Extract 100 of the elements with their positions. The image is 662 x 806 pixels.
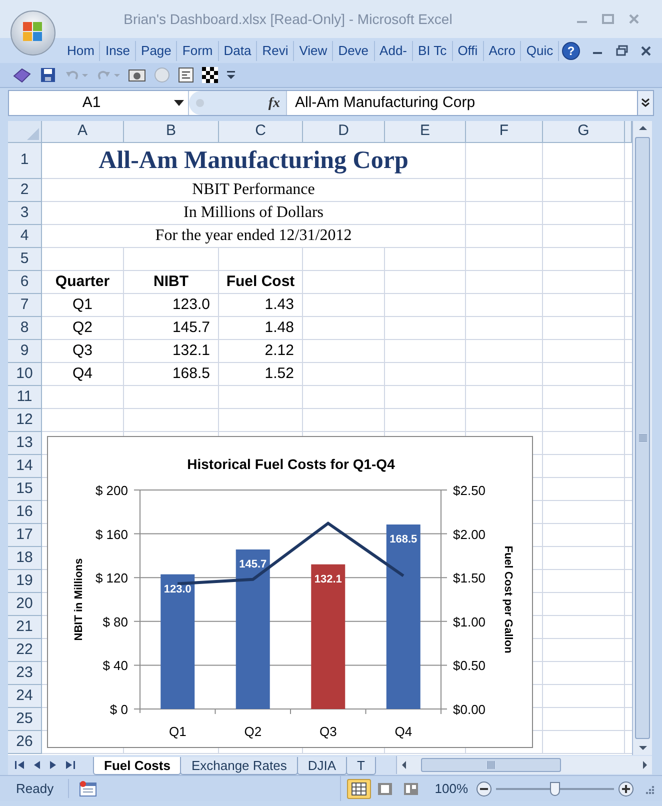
row-header[interactable]: 16: [8, 501, 42, 524]
help-button[interactable]: ?: [562, 42, 580, 60]
row-header[interactable]: 6: [8, 271, 42, 294]
first-sheet-icon[interactable]: [14, 760, 26, 770]
sheet-subtitle: NBIT Performance: [42, 179, 466, 202]
restore-icon[interactable]: [616, 44, 628, 56]
column-header[interactable]: D: [303, 121, 385, 143]
row-header[interactable]: 23: [8, 662, 42, 685]
column-header[interactable]: A: [42, 121, 124, 143]
row-header[interactable]: 4: [8, 225, 42, 248]
sheet-subtitle: In Millions of Dollars: [42, 202, 466, 225]
save-icon[interactable]: [40, 67, 56, 83]
ribbon-tab[interactable]: Form: [177, 40, 219, 60]
caret-icon: [174, 100, 184, 106]
ribbon-tab[interactable]: Acro: [484, 40, 522, 60]
sheet-tab[interactable]: Fuel Costs: [93, 757, 182, 775]
last-sheet-icon[interactable]: [64, 760, 76, 770]
ribbon-tab[interactable]: Page: [136, 40, 178, 60]
book-icon[interactable]: [12, 66, 32, 84]
zoom-slider-thumb[interactable]: [550, 782, 560, 796]
status-text: Ready: [0, 778, 69, 798]
checkerboard-icon[interactable]: [202, 67, 218, 83]
ribbon-tab[interactable]: Revi: [257, 40, 294, 60]
form-icon[interactable]: [178, 67, 194, 83]
row-header[interactable]: 2: [8, 179, 42, 202]
row-header[interactable]: 19: [8, 570, 42, 593]
row-header[interactable]: 15: [8, 478, 42, 501]
column-header[interactable]: C: [219, 121, 303, 143]
row-header[interactable]: 10: [8, 363, 42, 386]
ribbon-tab[interactable]: View: [294, 40, 334, 60]
ribbon-tab[interactable]: Data: [218, 40, 258, 60]
ribbon-tab[interactable]: Quic: [521, 40, 560, 60]
zoom-in-icon[interactable]: [618, 780, 634, 796]
column-header[interactable]: F: [466, 121, 543, 143]
resize-grip-icon[interactable]: [644, 784, 654, 794]
row-header[interactable]: 20: [8, 593, 42, 616]
data-label: 132.1: [314, 573, 342, 586]
row-header[interactable]: 7: [8, 294, 42, 317]
page-break-icon: [402, 782, 419, 796]
ribbon-tab[interactable]: Add-: [374, 40, 414, 60]
row-header[interactable]: 3: [8, 202, 42, 225]
previous-sheet-icon[interactable]: [32, 760, 42, 770]
ribbon-tab[interactable]: Offi: [452, 40, 484, 60]
insert-function-button[interactable]: fx: [268, 92, 280, 114]
scrollbar-thumb[interactable]: [635, 137, 650, 739]
bar[interactable]: [386, 524, 420, 709]
ribbon-tab[interactable]: Hom: [62, 40, 100, 60]
expand-formula-bar-button[interactable]: [637, 91, 653, 115]
column-header[interactable]: B: [124, 121, 219, 143]
table-cell: Q2: [42, 317, 124, 340]
table-cell: 1.48: [219, 317, 303, 340]
axis-tick-label: $ 80: [102, 614, 128, 630]
page-icon: [376, 782, 393, 796]
double-caret-icon: [641, 98, 650, 108]
next-sheet-icon[interactable]: [48, 760, 58, 770]
column-heading: Quarter: [42, 271, 124, 294]
column-header[interactable]: E: [385, 121, 466, 143]
row-header[interactable]: 22: [8, 639, 42, 662]
chart-title: Historical Fuel Costs for Q1-Q4: [187, 456, 395, 472]
customize-toolbar-icon[interactable]: [226, 69, 236, 81]
zoom-slider[interactable]: [496, 780, 614, 796]
row-header[interactable]: 17: [8, 524, 42, 547]
sheet-subtitle: For the year ended 12/31/2012: [42, 225, 466, 248]
view-button[interactable]: [346, 778, 371, 798]
bar[interactable]: [160, 574, 195, 709]
row-header[interactable]: 24: [8, 685, 42, 708]
ribbon-tab[interactable]: Inse: [100, 40, 136, 60]
axis-tick-label: Q1: [168, 724, 186, 739]
horizontal-scrollbar[interactable]: [396, 756, 652, 774]
sheet-tab[interactable]: DJIA: [296, 757, 348, 775]
row-header[interactable]: 12: [8, 409, 42, 432]
row-header[interactable]: 21: [8, 616, 42, 639]
ribbon-tab[interactable]: Deve: [333, 40, 375, 60]
table-cell: Q1: [42, 294, 124, 317]
column-header[interactable]: G: [543, 121, 625, 143]
data-label: 145.7: [239, 558, 267, 570]
row-header[interactable]: 14: [8, 455, 42, 478]
axis-tick-label: $ 120: [95, 570, 128, 586]
row-header[interactable]: 25: [8, 708, 42, 731]
row-header[interactable]: 9: [8, 340, 42, 363]
zoom-level[interactable]: 100%: [434, 778, 468, 798]
bar[interactable]: [236, 549, 270, 709]
row-header[interactable]: 18: [8, 547, 42, 570]
close-icon[interactable]: [640, 44, 652, 56]
row-header[interactable]: 8: [8, 317, 42, 340]
row-header[interactable]: 11: [8, 386, 42, 409]
row-header[interactable]: 1: [8, 143, 42, 179]
camera-icon[interactable]: [128, 67, 146, 83]
sheet-tab[interactable]: Exchange Rates: [180, 757, 298, 775]
row-header[interactable]: 5: [8, 248, 42, 271]
bar[interactable]: [311, 564, 346, 709]
row-header[interactable]: 26: [8, 731, 42, 754]
axis-tick-label: Q3: [319, 724, 337, 739]
scrollbar-thumb[interactable]: [421, 758, 561, 772]
macro-record-icon[interactable]: [78, 780, 97, 796]
vertical-scrollbar[interactable]: [632, 121, 652, 755]
zoom-out-icon[interactable]: [476, 780, 492, 796]
sheet-tab[interactable]: T: [346, 757, 376, 775]
ribbon-tab[interactable]: BI Tc: [413, 40, 453, 60]
row-header[interactable]: 13: [8, 432, 42, 455]
